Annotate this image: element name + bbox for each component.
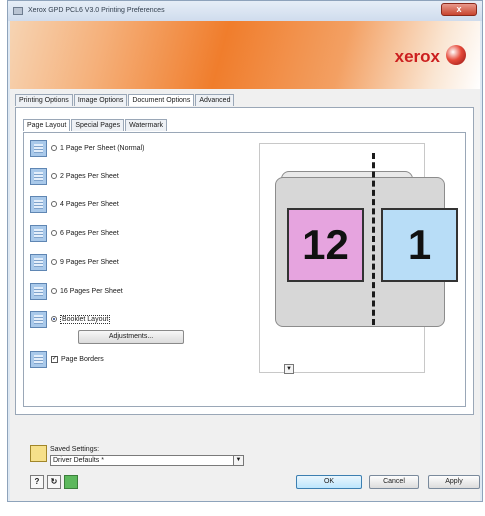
xerox-logo-icon xyxy=(446,45,466,65)
preview-page-left: 12 xyxy=(287,208,364,282)
close-button[interactable]: x xyxy=(441,3,477,16)
option-1-page[interactable]: 1 Page Per Sheet (Normal) xyxy=(30,139,144,157)
chevron-down-icon[interactable]: ▼ xyxy=(233,455,244,466)
main-tabs: Printing Options Image Options Document … xyxy=(15,94,235,106)
option-booklet-layout[interactable]: Booklet Layout xyxy=(30,310,111,328)
4-up-layout-icon xyxy=(30,195,47,213)
title-bar: Xerox GPD PCL6 V3.0 Printing Preferences… xyxy=(8,1,482,21)
radio-4-pages[interactable] xyxy=(51,201,57,207)
6-up-layout-icon xyxy=(30,224,47,242)
page-borders-label: Page Borders xyxy=(61,355,104,363)
option-label: 1 Page Per Sheet (Normal) xyxy=(60,144,145,152)
9-up-layout-icon xyxy=(30,253,47,271)
option-4-pages[interactable]: 4 Pages Per Sheet xyxy=(30,195,119,213)
cancel-button[interactable]: Cancel xyxy=(369,475,419,489)
option-2-pages[interactable]: 2 Pages Per Sheet xyxy=(30,167,119,185)
tab-watermark[interactable]: Watermark xyxy=(125,119,168,131)
option-label: 16 Pages Per Sheet xyxy=(60,287,123,295)
printer-icon xyxy=(13,7,23,15)
preview-options-dropdown[interactable]: ▼ xyxy=(284,364,294,374)
radio-9-pages[interactable] xyxy=(51,259,57,265)
tab-special-pages[interactable]: Special Pages xyxy=(71,119,125,131)
printing-preferences-window: Xerox GPD PCL6 V3.0 Printing Preferences… xyxy=(7,0,483,502)
saved-settings-value: Driver Defaults * xyxy=(53,457,104,464)
radio-booklet-layout[interactable] xyxy=(51,316,57,322)
1-up-layout-icon xyxy=(30,139,47,157)
option-label: 4 Pages Per Sheet xyxy=(60,200,119,208)
option-16-pages[interactable]: 16 Pages Per Sheet xyxy=(30,282,123,300)
radio-16-pages[interactable] xyxy=(51,288,57,294)
option-label: 9 Pages Per Sheet xyxy=(60,258,119,266)
tab-printing-options[interactable]: Printing Options xyxy=(15,94,73,106)
option-label: 2 Pages Per Sheet xyxy=(60,172,119,180)
tab-advanced[interactable]: Advanced xyxy=(195,94,235,106)
16-up-layout-icon xyxy=(30,282,47,300)
tab-page-layout[interactable]: Page Layout xyxy=(23,119,71,131)
2-up-layout-icon xyxy=(30,167,47,185)
page-borders-icon xyxy=(30,350,47,368)
option-6-pages[interactable]: 6 Pages Per Sheet xyxy=(30,224,119,242)
tab-document-options[interactable]: Document Options xyxy=(128,94,195,106)
adjustments-button[interactable]: Adjustments... xyxy=(78,330,184,344)
xerox-banner: xerox xyxy=(10,21,480,89)
radio-2-pages[interactable] xyxy=(51,173,57,179)
page-borders-checkbox[interactable]: ✓ xyxy=(51,355,58,363)
radio-1-page[interactable] xyxy=(51,145,57,151)
status-icon[interactable] xyxy=(64,475,78,489)
preview-page-right: 1 xyxy=(381,208,458,282)
page-borders-row[interactable]: ✓ Page Borders xyxy=(30,350,104,368)
saved-settings-icon xyxy=(30,445,47,462)
fold-line xyxy=(372,153,375,325)
saved-settings-select[interactable]: Driver Defaults * ▼ xyxy=(50,455,244,466)
reset-button[interactable]: ↻ xyxy=(47,475,61,489)
option-label: Booklet Layout xyxy=(60,314,111,324)
window-title: Xerox GPD PCL6 V3.0 Printing Preferences xyxy=(28,7,165,14)
apply-button[interactable]: Apply xyxy=(428,475,480,489)
sub-tabs: Page Layout Special Pages Watermark xyxy=(23,119,168,131)
help-button[interactable]: ? xyxy=(30,475,44,489)
xerox-logo-text: xerox xyxy=(394,47,440,66)
tab-image-options[interactable]: Image Options xyxy=(73,94,128,106)
option-9-pages[interactable]: 9 Pages Per Sheet xyxy=(30,253,119,271)
booklet-layout-icon xyxy=(30,310,47,328)
saved-settings-label: Saved Settings: xyxy=(50,446,100,453)
radio-6-pages[interactable] xyxy=(51,230,57,236)
ok-button[interactable]: OK xyxy=(296,475,362,489)
dialog-content: Printing Options Image Options Document … xyxy=(10,89,480,501)
option-label: 6 Pages Per Sheet xyxy=(60,229,119,237)
